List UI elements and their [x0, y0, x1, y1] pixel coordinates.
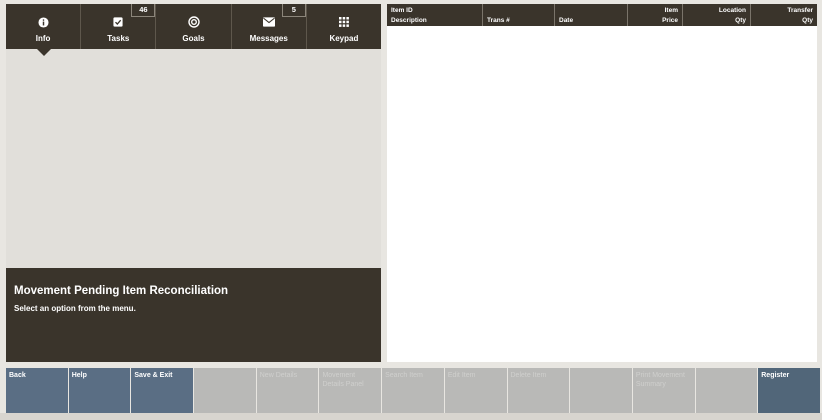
movement-details-panel-button: Movement Details Panel [319, 368, 382, 413]
left-panel: Info 46 Tasks Goals 5 Messages Keypad Mo… [6, 4, 381, 362]
column-header-date[interactable]: Date [555, 4, 628, 26]
items-table: Item ID Description Trans # Date Item Pr… [387, 4, 817, 362]
tab-goals[interactable]: Goals [156, 4, 232, 49]
tab-label: Tasks [107, 34, 130, 43]
tab-messages[interactable]: 5 Messages [232, 4, 307, 49]
search-item-button: Search Item [382, 368, 444, 413]
message-title: Movement Pending Item Reconciliation [14, 285, 229, 297]
active-tab-pointer [37, 49, 51, 56]
empty-button-3 [695, 368, 758, 413]
tasks-count-badge: 46 [131, 4, 156, 17]
info-icon [37, 16, 49, 28]
column-header-item-id[interactable]: Item ID Description [387, 4, 483, 26]
column-header-item-price[interactable]: Item Price [628, 4, 683, 26]
checkbox-icon [112, 16, 124, 28]
tab-label: Keypad [329, 34, 359, 43]
tab-label: Messages [249, 34, 288, 43]
target-icon [187, 16, 200, 28]
tab-label: Info [35, 34, 51, 43]
keypad-icon [338, 16, 350, 28]
edit-item-button: Edit Item [444, 368, 507, 413]
action-button-bar: Back Help Save & Exit New Details Moveme… [6, 368, 820, 413]
save-exit-button[interactable]: Save & Exit [131, 368, 194, 413]
tab-info[interactable]: Info [6, 4, 82, 49]
empty-button-1 [194, 368, 256, 413]
tab-keypad[interactable]: Keypad [307, 4, 381, 49]
column-header-location-qty[interactable]: Location Qty [683, 4, 751, 26]
back-button[interactable]: Back [6, 368, 68, 413]
new-details-button: New Details [256, 368, 319, 413]
column-header-transfer-qty[interactable]: Transfer Qty [751, 4, 817, 26]
messages-count-badge: 5 [281, 4, 306, 17]
tab-tasks[interactable]: 46 Tasks [81, 4, 157, 49]
bottom-strip [0, 413, 822, 420]
tab-bar: Info 46 Tasks Goals 5 Messages Keypad [6, 4, 381, 49]
empty-button-2 [570, 368, 632, 413]
print-movement-summary-button: Print Movement Summary [632, 368, 695, 413]
message-box: Movement Pending Item Reconciliation Sel… [6, 268, 381, 362]
info-content-area [6, 49, 381, 268]
envelope-icon [262, 16, 275, 28]
delete-item-button: Delete Item [507, 368, 570, 413]
message-subtitle: Select an option from the menu. [14, 304, 136, 313]
column-header-trans[interactable]: Trans # [483, 4, 555, 26]
help-button[interactable]: Help [68, 368, 131, 413]
register-button[interactable]: Register [758, 368, 820, 413]
table-header: Item ID Description Trans # Date Item Pr… [387, 4, 817, 26]
tab-label: Goals [182, 34, 205, 43]
